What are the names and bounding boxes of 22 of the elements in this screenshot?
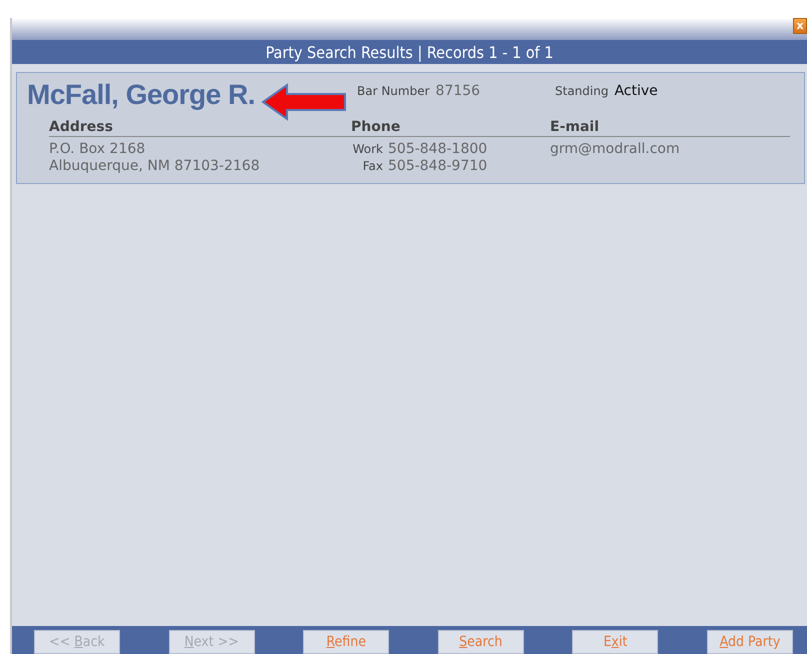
column-header: E-mail xyxy=(550,119,790,137)
nav-button[interactable]: Search xyxy=(438,630,524,654)
phone-number: 505-848-9710 xyxy=(388,158,488,175)
arrow-icon xyxy=(261,83,347,121)
address-line: Albuquerque, NM 87103-2168 xyxy=(49,158,261,175)
column-header: Phone xyxy=(351,119,550,137)
bar-number: 87156 xyxy=(436,83,480,99)
standing-label: Standing xyxy=(555,84,608,98)
results-header: Party Search Results | Records 1 - 1 of 1 xyxy=(12,40,807,64)
address-line: P.O. Box 2168 xyxy=(49,141,146,158)
phone-label: Work xyxy=(352,141,383,158)
standing-value: Active xyxy=(614,83,658,99)
bar-number-label: Bar Number xyxy=(357,84,430,98)
close-button[interactable]: x xyxy=(793,18,807,34)
column-header: Address xyxy=(49,119,351,137)
email-address: grm@modrall.com xyxy=(550,141,681,158)
party-name: McFall, George R. xyxy=(27,79,255,111)
nav-button[interactable]: Exit xyxy=(572,630,658,654)
phone-number: 505-848-1800 xyxy=(388,141,488,158)
nav-button[interactable]: Refine xyxy=(303,630,390,654)
phone-label: Fax xyxy=(362,158,383,175)
nav-button[interactable]: Add Party xyxy=(706,630,793,654)
